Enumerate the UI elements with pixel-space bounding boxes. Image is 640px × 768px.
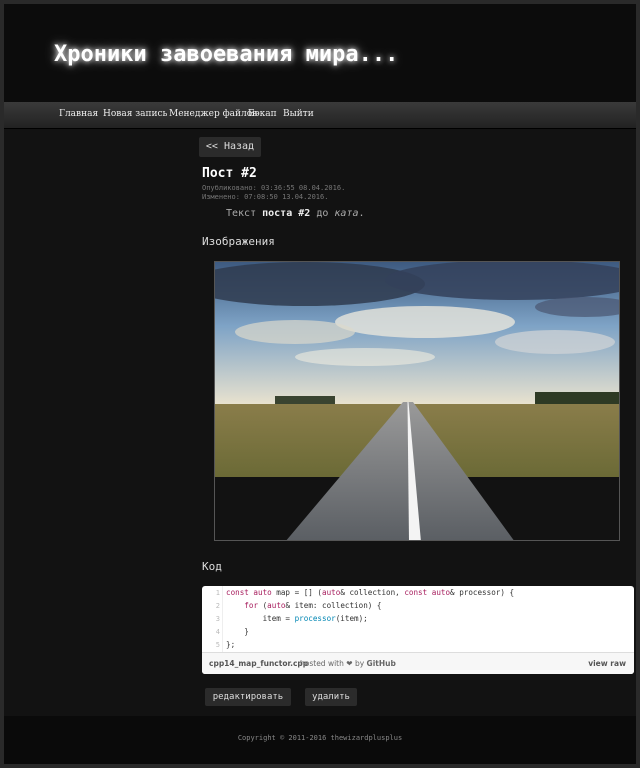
published-timestamp: Опубликовано: 03:36:55 08.04.2016. (202, 184, 346, 192)
images-heading: Изображения (202, 235, 275, 248)
github-link[interactable]: GitHub (367, 659, 396, 668)
post-title: Пост #2 (202, 166, 257, 181)
code-line: }; (226, 640, 236, 649)
heart-icon: ❤ (346, 659, 353, 668)
gist-hosted-text: hosted with ❤ by GitHub (300, 659, 396, 668)
code-text: & item: collection) { (285, 601, 382, 610)
back-button[interactable]: << Назад (199, 137, 261, 157)
code-line: const auto map = [] (auto& collection, c… (226, 588, 514, 597)
nav-item-logout[interactable]: Выйти (283, 109, 314, 119)
code-keyword: const auto (404, 588, 451, 597)
post-body: Текст поста #2 до ката. (226, 208, 365, 219)
gist-footer: cpp14_map_functor.cpp hosted with ❤ by G… (202, 652, 634, 674)
line-number[interactable]: 2 (202, 602, 220, 610)
delete-button[interactable]: удалить (305, 688, 357, 706)
nav-item-home[interactable]: Главная (59, 109, 98, 119)
gist-embed: 1 2 3 4 5 const auto map = [] (auto& col… (202, 586, 634, 674)
post-text-part: . (358, 208, 365, 219)
modified-timestamp: Изменено: 07:08:50 13.04.2016. (202, 193, 329, 201)
main-nav: Главная Новая запись Менеджер файлов Бэк… (4, 102, 636, 129)
code-text: (item); (335, 614, 368, 623)
copyright-text: Copyright © 2011-2016 thewizardplusplus (237, 734, 403, 742)
site-header: Хроники завоевания мира... (4, 4, 636, 102)
code-text: item = (226, 614, 295, 623)
line-number[interactable]: 1 (202, 589, 220, 597)
by-text: by (354, 659, 365, 668)
code-text: & processor) { (450, 588, 515, 597)
post-text-part: до (310, 208, 335, 219)
site-title[interactable]: Хроники завоевания мира... (54, 42, 398, 67)
code-text: ( (258, 601, 268, 610)
line-number[interactable]: 5 (202, 641, 220, 649)
line-number-divider (222, 586, 223, 652)
code-keyword: auto (267, 601, 286, 610)
post-text-italic: ката (334, 208, 359, 219)
nav-item-file-manager[interactable]: Менеджер файлов (169, 109, 257, 119)
hosted-with-text: hosted with (300, 659, 344, 668)
line-number[interactable]: 4 (202, 628, 220, 636)
edit-button[interactable]: редактировать (205, 688, 291, 706)
view-raw-link[interactable]: view raw (588, 659, 626, 668)
gist-code-area: 1 2 3 4 5 const auto map = [] (auto& col… (202, 586, 634, 652)
code-function: processor (294, 614, 336, 623)
nav-item-backup[interactable]: Бэкап (248, 109, 277, 119)
code-line: for (auto& item: collection) { (226, 601, 381, 610)
post-text-bold: поста #2 (262, 208, 311, 219)
road-photo (215, 262, 619, 540)
post-text-part: Текст (226, 208, 263, 219)
code-line: } (226, 627, 249, 636)
site-footer: Copyright © 2011-2016 thewizardplusplus (4, 716, 636, 764)
nav-item-new-post[interactable]: Новая запись (103, 109, 167, 119)
code-keyword: for (244, 601, 259, 610)
gist-filename-link[interactable]: cpp14_map_functor.cpp (209, 659, 308, 668)
code-text: map = [] ( (271, 588, 323, 597)
post-image[interactable] (214, 261, 620, 541)
code-line: item = processor(item); (226, 614, 368, 623)
line-number[interactable]: 3 (202, 615, 220, 623)
code-keyword: auto (322, 588, 341, 597)
code-text: & collection, (340, 588, 405, 597)
code-heading: Код (202, 560, 222, 573)
code-keyword: const auto (226, 588, 272, 597)
